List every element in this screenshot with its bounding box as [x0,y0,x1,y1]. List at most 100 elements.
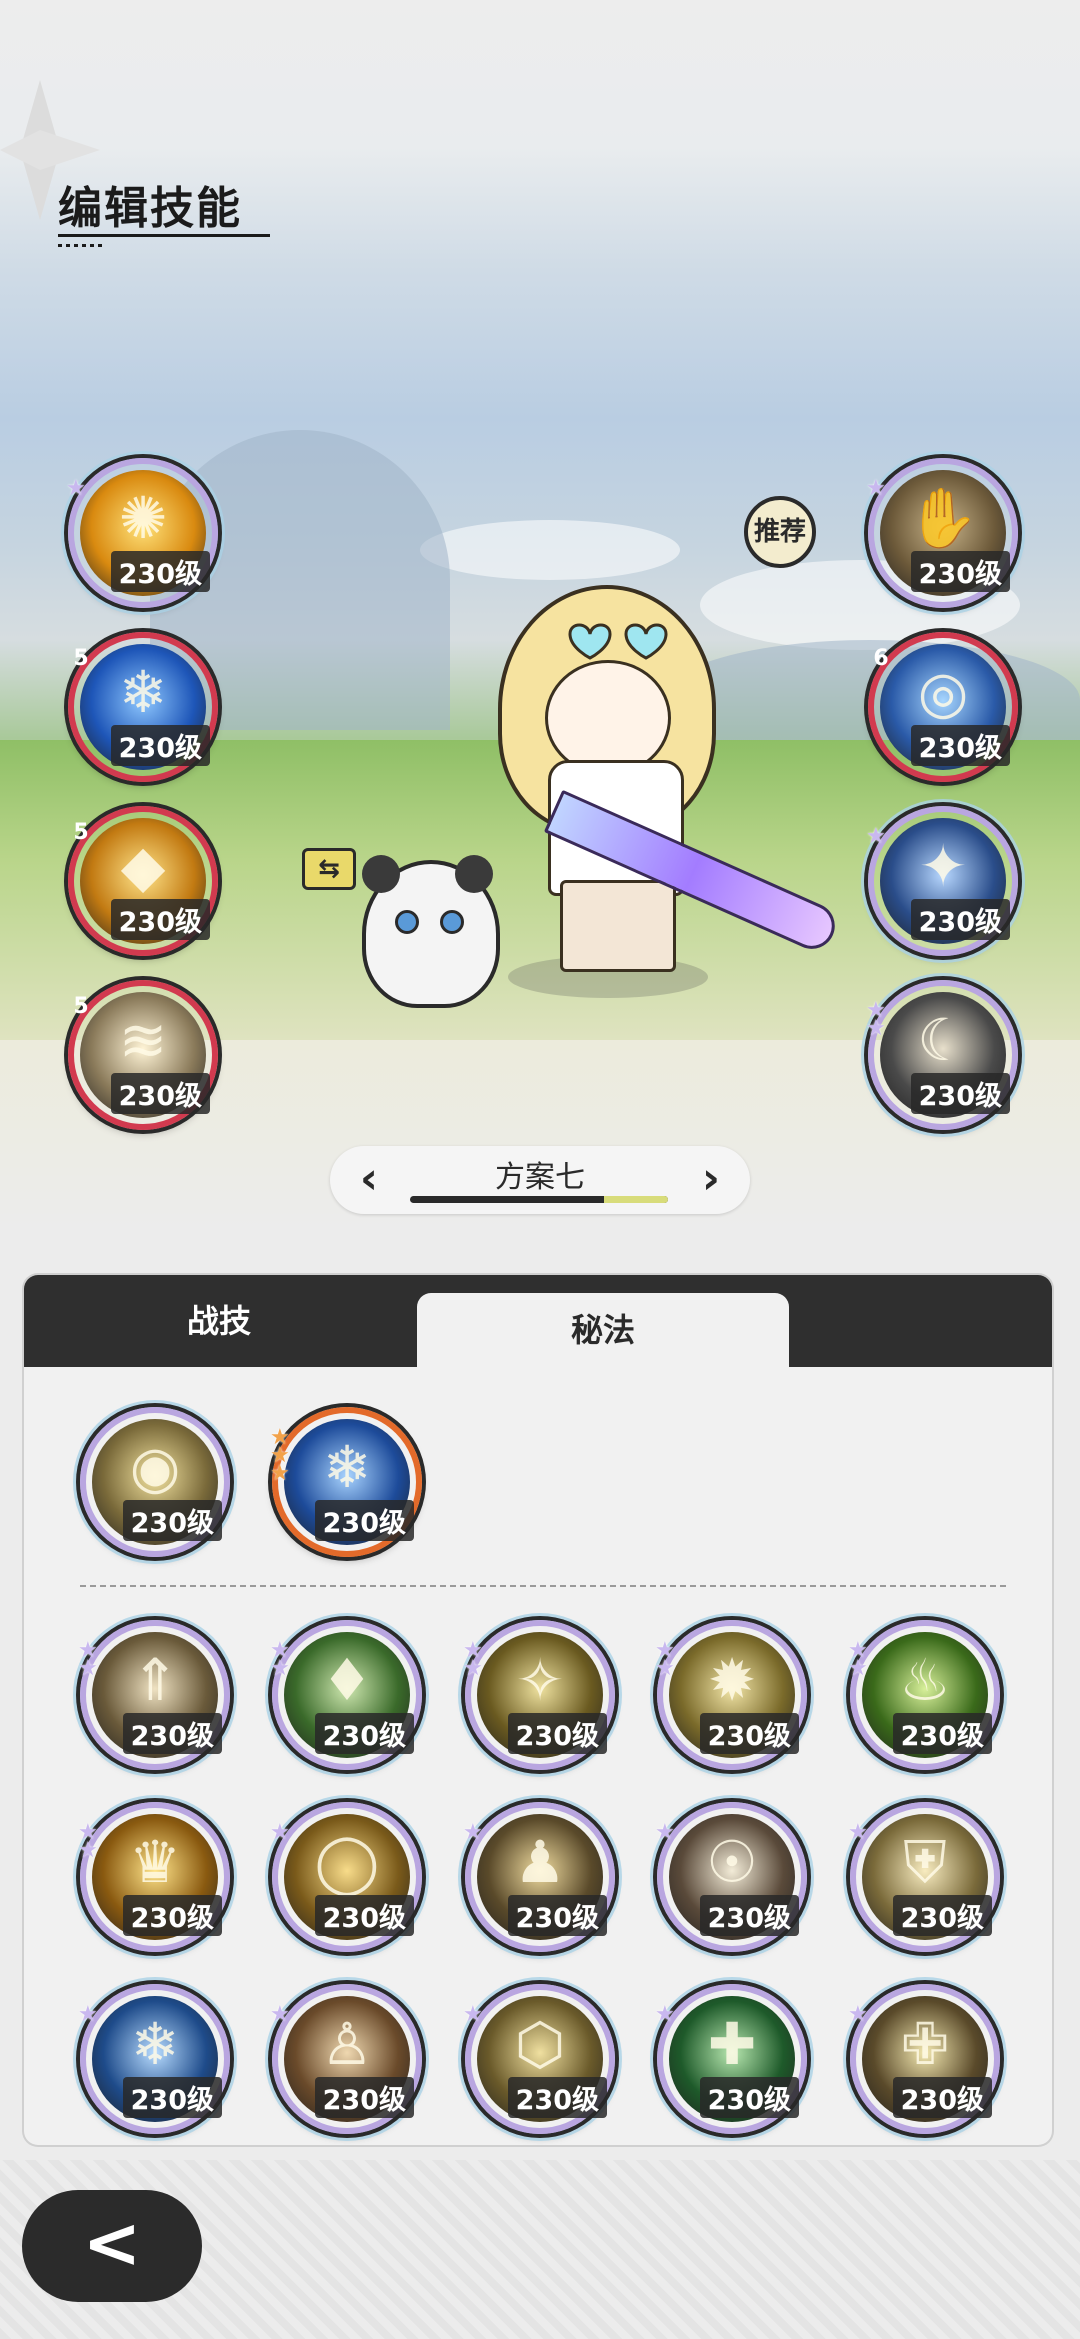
white-shield-skill[interactable]: ⛨ 230级 ★ [848,1802,1000,1952]
skill-level: 230级 [699,1713,799,1754]
green-flame-skill[interactable]: ♨ 230级 ★ ★ [848,1620,1000,1770]
tab-combat-skills[interactable]: 战技 [24,1275,414,1367]
back-button[interactable]: < [22,2190,202,2302]
skill-glyph-icon: ✹ [707,1646,757,1714]
skill-glyph-icon: ⇑ [130,1646,180,1714]
golden-crown-skill[interactable]: ♛ 230级 ★ ★ [78,1802,230,1952]
star-rating-icon: ★ [270,2002,290,2027]
star-rank-badge: 5 [64,810,98,850]
skill-level: 230级 [110,899,210,940]
skill-glyph-icon: ♦ [321,1646,373,1714]
summon-figures-skill[interactable]: ♟ 230级 ★ [463,1802,615,1952]
skill-glyph-icon: ☾ [917,1006,969,1074]
plan-progress-fill [603,1196,668,1203]
golden-shield-skill[interactable]: ◆230级5 [64,806,218,956]
skill-level: 230级 [110,1073,210,1114]
skill-level: 230级 [122,2077,222,2118]
plan-selector: ‹ 方案七 › [330,1146,750,1214]
skill-panel: 战技 秘法 ◉ 230级 ❄ 230级 ★ ★ ★ ⇑ 230级 ★ ★ ♦ 230级 ★ ★ ✧ 230级 ★… [24,1275,1052,2145]
skill-glyph-icon: ✋ [906,484,980,552]
plan-progress-bar [410,1196,668,1203]
star-rating-icon: ★ ★ [655,1638,675,1681]
skill-level: 230级 [699,1895,799,1936]
hood-skill[interactable]: ☉ 230级 ★ [655,1802,807,1952]
skill-glyph-icon: ♙ [321,2010,373,2078]
star-rating-icon: ★ [78,2002,98,2027]
skill-level: 230级 [699,2077,799,2118]
skill-level: 230级 [910,1073,1010,1114]
green-cross-skill[interactable]: ✚ 230级 ★ [655,1984,807,2134]
swap-pet-button[interactable]: ⇆ [302,848,356,890]
star-rating-icon: ★ [270,1820,290,1845]
recommend-button[interactable]: 推荐 [744,496,816,568]
skill-level: 230级 [314,1895,414,1936]
chevron-left-icon: < [82,2202,142,2284]
skill-glyph-icon: ♛ [129,1828,181,1896]
skill-level: 230级 [892,2077,992,2118]
panda-eye [395,910,419,934]
title-underline [58,234,270,237]
page-title: 编辑技能 [58,183,242,234]
hero-face [545,660,671,776]
skill-level: 230级 [507,1895,607,1936]
star-rank-badge: 5 [64,636,98,676]
skill-glyph-icon: ⛨ [903,1828,947,1896]
star-rating-icon: ★ [655,1820,675,1845]
skill-level: 230级 [122,1713,222,1754]
skill-level: 230级 [110,551,210,592]
skill-glyph-icon: ✺ [118,484,168,552]
ice-burst-skill[interactable]: ❄230级5 [64,632,218,782]
star-rating-icon: ★ ★ [463,1638,483,1681]
panda-eye [440,910,464,934]
compass-skill[interactable]: ✧ 230级 ★ ★ [463,1620,615,1770]
skill-glyph-icon: ◯ [314,1828,380,1896]
green-crest-skill[interactable]: ♦ 230级 ★ ★ [270,1620,422,1770]
star-rating-icon: ★ ★ [78,1638,98,1681]
hexagon-skill[interactable]: ⬡ 230级 ★ [463,1984,615,2134]
skill-level: 230级 [110,725,210,766]
healer-figure-skill[interactable]: ✙ 230级 ★ [848,1984,1000,2134]
skill-level: 230级 [892,1713,992,1754]
ice-crystal-skill[interactable]: ✦ 230级 ★ [866,806,1018,956]
panda-ear [455,855,493,893]
tab-secret-arts[interactable]: 秘法 [417,1293,789,1367]
skill-level: 230级 [314,1500,414,1541]
starburst-skill[interactable]: ✹ 230级 ★ ★ [655,1620,807,1770]
skill-level: 230级 [314,2077,414,2118]
rising-figure-skill[interactable]: ♙ 230级 ★ [270,1984,422,2134]
moon-skill[interactable]: ☾ 230级 ★ ★ [866,980,1018,1130]
star-rating-icon: ★ ★ [848,1638,868,1681]
skill-level: 230级 [122,1895,222,1936]
dashed-divider [80,1585,1006,1587]
skill-glyph-icon: ✙ [900,2010,950,2078]
star-rating-icon: ★ ★ [866,998,886,1041]
golden-ring-skill[interactable]: ◯ 230级 ★ [270,1802,422,1952]
water-spin-skill[interactable]: ◎230级6 [864,632,1018,782]
explosion-skill[interactable]: ✺ 230级 ★ [66,458,218,608]
skill-glyph-icon: ❄ [130,2010,180,2078]
star-rating-icon: ★ [866,476,886,501]
star-rating-icon: ★ ★ [270,1638,290,1681]
skill-level: 230级 [892,1895,992,1936]
skill-level: 230级 [314,1713,414,1754]
skill-level: 230级 [507,1713,607,1754]
heart-glasses-icon [568,623,668,660]
all-seeing-eye-skill[interactable]: ◉ 230级 [80,1407,230,1557]
slash-skill[interactable]: ≋230级5 [64,980,218,1130]
star-rating-icon: ★ ★ ★ [270,1425,290,1486]
next-plan-button[interactable]: › [686,1154,736,1204]
bronze-hand-skill[interactable]: ✋ 230级 ★ [866,458,1018,608]
skill-glyph-icon: ☉ [706,1828,758,1896]
skill-glyph-icon: ♟ [514,1828,566,1896]
title-dots [58,244,106,247]
frost-orb-skill[interactable]: ❄ 230级 ★ ★ ★ [270,1407,422,1557]
star-rating-icon: ★ [66,476,86,501]
star-rating-icon: ★ [848,1820,868,1845]
cloud [420,520,680,580]
star-rank-badge: 6 [864,636,898,676]
skill-level: 230级 [910,899,1010,940]
skill-glyph-icon: ⬡ [514,2010,566,2078]
arrow-up-skill[interactable]: ⇑ 230级 ★ ★ [78,1620,230,1770]
snowflake-skill[interactable]: ❄ 230级 ★ [78,1984,230,2134]
skill-glyph-icon: ❄ [322,1433,372,1501]
